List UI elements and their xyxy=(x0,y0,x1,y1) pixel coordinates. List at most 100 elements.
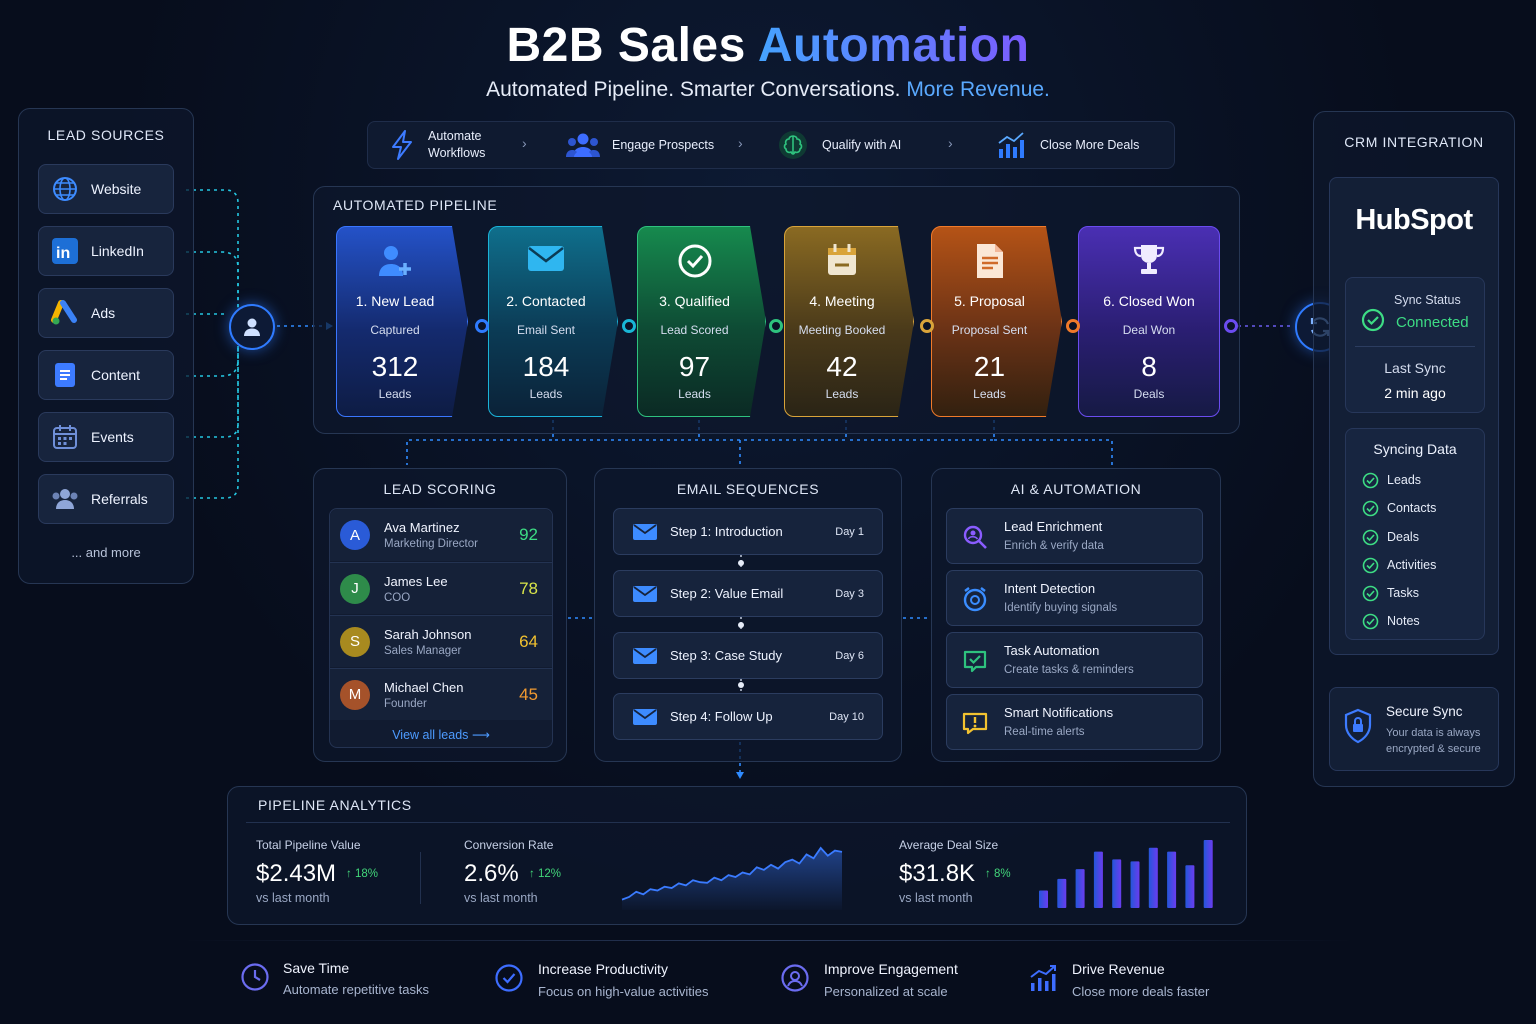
stage-title: 1. New Lead xyxy=(355,293,435,309)
source-content[interactable]: Content xyxy=(38,350,174,400)
deal-size-bar xyxy=(1167,851,1177,908)
ai-feature-title: Lead Enrichment xyxy=(1004,519,1103,534)
stage-unit: Leads xyxy=(678,387,711,401)
email-step[interactable]: Step 1: Introduction Day 1 xyxy=(613,508,883,555)
stage-count: 42 xyxy=(826,351,858,382)
divider xyxy=(1355,346,1475,347)
bar-chart-icon xyxy=(994,131,1028,159)
lead-row[interactable]: S Sarah Johnson Sales Manager 64 xyxy=(330,615,552,667)
stage-unit: Leads xyxy=(529,387,563,401)
email-step-day: Day 1 xyxy=(835,525,864,538)
stage-unit: Deals xyxy=(1133,387,1165,401)
crm-title: CRM INTEGRATION xyxy=(1344,134,1484,150)
lead-score: 64 xyxy=(519,631,538,651)
secure-sync-desc-2: encrypted & secure xyxy=(1386,743,1481,755)
ai-feature-intent-detection[interactable]: Intent Detection Identify buying signals xyxy=(946,570,1203,626)
ai-automation-title: AI & AUTOMATION xyxy=(1010,481,1142,497)
stage-unit: Leads xyxy=(825,387,859,401)
people-icon xyxy=(566,131,600,159)
stage-count: 184 xyxy=(522,351,570,382)
lead-name: Sarah Johnson xyxy=(384,626,472,642)
step-engage-prospects[interactable]: Engage Prospects xyxy=(566,121,714,169)
email-sequences-title: EMAIL SEQUENCES xyxy=(676,481,820,497)
stage-closed-won[interactable]: 6. Closed Won Deal Won 8 Deals xyxy=(1078,226,1220,417)
ai-feature-title: Intent Detection xyxy=(1004,581,1096,596)
source-website[interactable]: Website xyxy=(38,164,174,214)
sync-item: Leads xyxy=(1362,470,1421,490)
metric-value: $2.43M xyxy=(256,860,337,887)
sync-item-label: Notes xyxy=(1387,614,1420,628)
stage-qualified[interactable]: 3. Qualified Lead Scored 97 Leads xyxy=(637,226,766,417)
growth-chart-icon xyxy=(1028,963,1058,998)
step-automate-workflows[interactable]: Automate Workflows xyxy=(388,121,485,169)
stage-title: 5. Proposal xyxy=(954,293,1025,309)
task-check-icon xyxy=(961,647,989,675)
avatar: S xyxy=(340,626,370,657)
ai-feature-desc: Identify buying signals xyxy=(1004,602,1118,614)
lead-row[interactable]: J James Lee COO 78 xyxy=(330,562,552,614)
avatar: M xyxy=(340,679,370,710)
last-sync-value: 2 min ago xyxy=(1384,385,1446,401)
envelope-icon xyxy=(632,642,658,670)
stage-new-lead[interactable]: 1. New Lead Captured 312 Leads xyxy=(336,226,468,417)
email-step[interactable]: Step 4: Follow Up Day 10 xyxy=(613,693,883,740)
step-close-deals[interactable]: Close More Deals xyxy=(994,121,1139,169)
lead-role: Founder xyxy=(384,697,427,710)
lead-score: 78 xyxy=(519,578,538,598)
document-icon xyxy=(932,243,1047,279)
stage-connector-dot xyxy=(475,319,489,333)
email-step[interactable]: Step 2: Value Email Day 3 xyxy=(613,570,883,617)
stage-meeting[interactable]: 4. Meeting Meeting Booked 42 Leads xyxy=(784,226,914,417)
lead-row[interactable]: M Michael Chen Founder 45 xyxy=(330,668,552,720)
email-step-day: Day 10 xyxy=(829,710,864,723)
step-qualify-ai[interactable]: Qualify with AI xyxy=(776,121,901,169)
email-step-day: Day 6 xyxy=(835,649,864,662)
lead-name: James Lee xyxy=(384,573,448,589)
email-step-label: Step 3: Case Study xyxy=(670,648,783,663)
ai-feature-task-automation[interactable]: Task Automation Create tasks & reminders xyxy=(946,632,1203,688)
stage-subtitle: Proposal Sent xyxy=(951,323,1028,337)
source-referrals[interactable]: Referrals xyxy=(38,474,174,524)
ai-feature-lead-enrichment[interactable]: Lead Enrichment Enrich & verify data xyxy=(946,508,1203,564)
stage-connector-dot xyxy=(622,319,636,333)
metric-sub: vs last month xyxy=(464,891,538,905)
stage-connector-dot xyxy=(769,319,783,333)
metric-change: ↑ 18% xyxy=(346,868,378,880)
lead-row[interactable]: A Ava Martinez Marketing Director 92 xyxy=(330,509,552,561)
check-circle-icon xyxy=(1361,308,1385,337)
deal-size-bar xyxy=(1075,869,1085,908)
sync-item-label: Deals xyxy=(1387,530,1419,544)
more-sources: ... and more xyxy=(71,545,141,560)
arrow-right-icon: ⟶ xyxy=(471,728,490,742)
avatar: J xyxy=(340,573,370,604)
source-events[interactable]: Events xyxy=(38,412,174,462)
stage-subtitle: Deal Won xyxy=(1122,323,1176,337)
metric-label: Conversion Rate xyxy=(464,838,554,852)
lead-name: Ava Martinez xyxy=(384,520,460,535)
trophy-icon xyxy=(1079,243,1219,279)
check-circle-icon xyxy=(1362,472,1379,488)
source-label: Events xyxy=(91,429,134,445)
ai-feature-smart-notifications[interactable]: Smart Notifications Real-time alerts xyxy=(946,694,1203,750)
shield-lock-icon xyxy=(1343,708,1373,749)
stage-title: 3. Qualified xyxy=(659,293,730,309)
add-user-icon xyxy=(337,243,453,279)
email-step[interactable]: Step 3: Case Study Day 6 xyxy=(613,632,883,679)
envelope-icon xyxy=(632,518,658,546)
stage-proposal[interactable]: 5. Proposal Proposal Sent 21 Leads xyxy=(931,226,1062,417)
check-circle-icon xyxy=(494,963,524,998)
secure-sync-title: Secure Sync xyxy=(1386,704,1463,719)
syncing-data-title: Syncing Data xyxy=(1373,441,1457,457)
metric-change: ↑ 12% xyxy=(529,868,561,880)
ai-feature-desc: Enrich & verify data xyxy=(1004,540,1104,552)
metric-value: 2.6% xyxy=(464,860,519,887)
ai-feature-title: Smart Notifications xyxy=(1004,705,1114,720)
chat-alert-icon xyxy=(961,709,989,737)
source-linkedin[interactable]: in LinkedIn xyxy=(38,226,174,276)
stage-contacted[interactable]: 2. Contacted Email Sent 184 Leads xyxy=(488,226,618,417)
source-ads[interactable]: Ads xyxy=(38,288,174,338)
view-all-leads-link[interactable]: View all leads ⟶ xyxy=(329,727,553,742)
stage-connector-dot xyxy=(1066,319,1080,333)
benefit-desc: Personalized at scale xyxy=(824,984,948,999)
metric-sub: vs last month xyxy=(899,891,973,905)
